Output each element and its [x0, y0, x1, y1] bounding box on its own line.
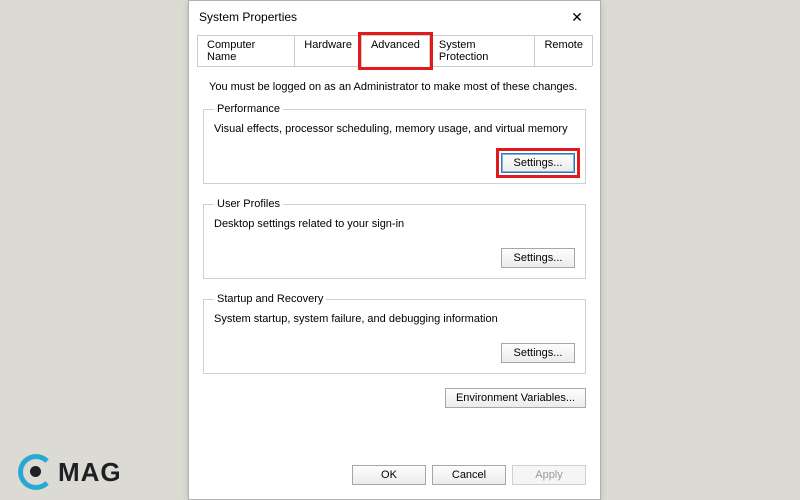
group-user-profiles-desc: Desktop settings related to your sign-in	[214, 218, 575, 230]
tab-advanced[interactable]: Advanced	[361, 35, 430, 67]
watermark-logo: MAG	[18, 454, 122, 490]
tab-hardware[interactable]: Hardware	[294, 35, 362, 66]
logo-text: MAG	[58, 457, 122, 488]
apply-button[interactable]: Apply	[512, 465, 586, 485]
admin-note: You must be logged on as an Administrato…	[209, 81, 580, 93]
tab-computer-name[interactable]: Computer Name	[197, 35, 295, 66]
system-properties-window: System Properties ✕ Computer Name Hardwa…	[188, 0, 601, 500]
group-user-profiles-legend: User Profiles	[214, 198, 283, 210]
dialog-buttons: OK Cancel Apply	[340, 457, 598, 493]
group-user-profiles: User Profiles Desktop settings related t…	[203, 198, 586, 279]
environment-variables-button[interactable]: Environment Variables...	[445, 388, 586, 408]
titlebar: System Properties ✕	[189, 1, 600, 35]
tab-strip: Computer Name Hardware Advanced System P…	[197, 35, 592, 67]
group-performance: Performance Visual effects, processor sc…	[203, 103, 586, 184]
tab-content: You must be logged on as an Administrato…	[189, 67, 600, 418]
logo-icon	[18, 454, 54, 490]
ok-button[interactable]: OK	[352, 465, 426, 485]
group-startup-desc: System startup, system failure, and debu…	[214, 313, 575, 325]
tab-system-protection[interactable]: System Protection	[429, 35, 536, 66]
tab-remote[interactable]: Remote	[534, 35, 593, 66]
user-profiles-settings-button[interactable]: Settings...	[501, 248, 575, 268]
group-performance-desc: Visual effects, processor scheduling, me…	[214, 123, 575, 135]
window-title: System Properties	[199, 10, 297, 24]
group-performance-legend: Performance	[214, 103, 283, 115]
startup-settings-button[interactable]: Settings...	[501, 343, 575, 363]
close-icon[interactable]: ✕	[562, 7, 592, 27]
performance-settings-button[interactable]: Settings...	[501, 153, 575, 173]
performance-settings-highlight: Settings...	[501, 153, 575, 173]
cancel-button[interactable]: Cancel	[432, 465, 506, 485]
group-startup-legend: Startup and Recovery	[214, 293, 326, 305]
group-startup-recovery: Startup and Recovery System startup, sys…	[203, 293, 586, 374]
